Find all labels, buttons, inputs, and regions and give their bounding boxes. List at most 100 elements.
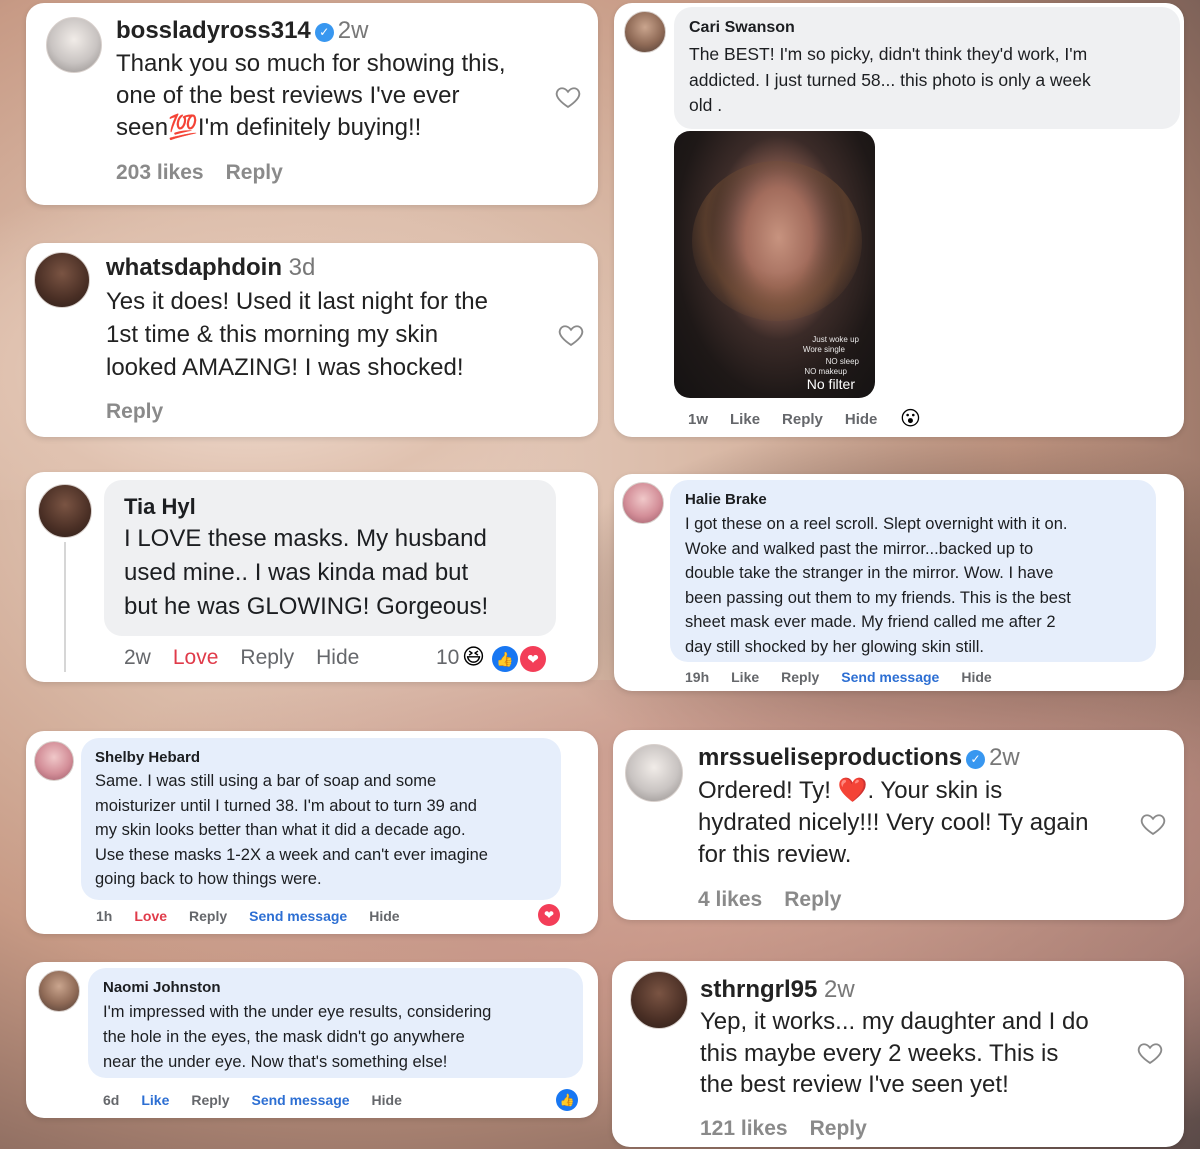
comment-line: Same. I was still using a bar of soap an…: [95, 772, 437, 790]
send-message-button[interactable]: Send message: [251, 1092, 349, 1108]
likes-count[interactable]: 203 likes: [116, 161, 204, 184]
like-button[interactable]: Like: [731, 669, 759, 685]
comment-actions: 19h Like Reply Send message Hide: [685, 669, 1014, 685]
comment-line: day still shocked by her glowing skin st…: [685, 637, 984, 656]
send-message-button[interactable]: Send message: [841, 669, 939, 685]
comment-actions: 1w Like Reply Hide: [688, 411, 899, 428]
comment-line: seen💯I'm definitely buying!!: [116, 114, 422, 141]
avatar[interactable]: [625, 744, 683, 802]
comment-actions: 2w Love Reply Hide: [124, 646, 381, 670]
heart-outline-icon[interactable]: [554, 83, 582, 111]
like-button[interactable]: Like: [141, 1092, 169, 1108]
like-reaction-icon[interactable]: 👍: [556, 1089, 578, 1111]
hide-button[interactable]: Hide: [372, 1092, 402, 1108]
commenter-name[interactable]: Tia Hyl: [124, 494, 196, 520]
heart-outline-icon[interactable]: [1136, 1039, 1164, 1067]
avatar[interactable]: [46, 17, 102, 73]
comment-meta: 121 likes Reply: [700, 1117, 889, 1141]
comment-card-bossladyross314: bossladyross314 ✓ 2w Thank you so much for…: [26, 3, 598, 205]
comment-card-mrssueliseproductions: mrssueliseproductions ✓ 2w Ordered! Ty! ❤️…: [613, 730, 1184, 920]
comment-author-line: mrssueliseproductions ✓ 2w: [698, 744, 1020, 772]
username[interactable]: bossladyross314: [116, 17, 311, 44]
commenter-name[interactable]: Cari Swanson: [689, 19, 795, 37]
reply-button[interactable]: Reply: [191, 1092, 229, 1108]
comment-card-sthrngrl95: sthrngrl95 2w Yep, it works... my daught…: [612, 961, 1184, 1147]
wow-reaction-icon[interactable]: 😮: [900, 406, 921, 431]
love-button[interactable]: Love: [173, 646, 219, 669]
timestamp: 6d: [103, 1092, 120, 1108]
comment-text: Same. I was still using a bar of soap an…: [95, 769, 488, 892]
hide-button[interactable]: Hide: [369, 908, 399, 924]
haha-reaction-icon[interactable]: 😆: [462, 644, 485, 670]
love-reaction-icon[interactable]: ❤: [520, 646, 546, 672]
timestamp: 2w: [824, 976, 855, 1003]
comment-text: I got these on a reel scroll. Slept over…: [685, 512, 1071, 659]
reply-button[interactable]: Reply: [189, 908, 227, 924]
like-button[interactable]: Like: [730, 411, 760, 428]
likes-count[interactable]: 121 likes: [700, 1117, 788, 1140]
comment-card-halie-brake: Halie Brake I got these on a reel scroll…: [614, 474, 1184, 691]
timestamp: 1h: [96, 908, 113, 924]
verified-badge-icon: ✓: [966, 750, 986, 769]
photo-caption-line: NO sleep: [825, 357, 859, 366]
heart-outline-icon[interactable]: [1139, 810, 1167, 838]
likes-count[interactable]: 4 likes: [698, 888, 762, 911]
avatar[interactable]: [622, 482, 664, 524]
comment-line: for this review.: [698, 841, 852, 868]
photo-no-filter-label: No filter: [806, 376, 855, 392]
username[interactable]: sthrngrl95: [700, 976, 817, 1003]
comment-line: I LOVE these masks. My husband: [124, 525, 487, 552]
avatar[interactable]: [34, 741, 74, 781]
comment-text: The BEST! I'm so picky, didn't think the…: [689, 42, 1091, 119]
comment-text: Thank you so much for showing this, one …: [116, 48, 506, 144]
reply-button[interactable]: Reply: [810, 1117, 867, 1140]
heart-outline-icon[interactable]: [557, 321, 585, 349]
photo-caption-line: Wore single: [802, 345, 845, 354]
avatar[interactable]: [38, 970, 80, 1012]
comment-card-shelby-hebard: Shelby Hebard Same. I was still using a …: [26, 731, 598, 934]
comment-text: I LOVE these masks. My husband used mine…: [124, 522, 488, 624]
avatar[interactable]: [34, 252, 90, 308]
avatar[interactable]: [630, 971, 688, 1029]
commenter-name[interactable]: Shelby Hebard: [95, 749, 200, 766]
username[interactable]: whatsdaphdoin: [106, 254, 282, 281]
comment-text: Yes it does! Used it last night for the …: [106, 285, 488, 384]
hide-button[interactable]: Hide: [316, 646, 359, 669]
comment-actions: 1h Love Reply Send message Hide: [96, 908, 422, 924]
love-reaction-icon[interactable]: ❤: [538, 904, 560, 926]
avatar[interactable]: [624, 11, 666, 53]
hide-button[interactable]: Hide: [845, 411, 878, 428]
hide-button[interactable]: Hide: [961, 669, 991, 685]
reply-button[interactable]: Reply: [106, 400, 163, 423]
reaction-count[interactable]: 10: [436, 646, 459, 670]
comment-line: 1st time & this morning my skin: [106, 321, 439, 348]
reply-button[interactable]: Reply: [226, 161, 283, 184]
avatar[interactable]: [38, 484, 92, 538]
comment-line: Thank you so much for showing this,: [116, 50, 506, 77]
commenter-name[interactable]: Halie Brake: [685, 491, 767, 508]
timestamp: 2w: [337, 17, 369, 44]
timestamp: 3d: [288, 254, 316, 281]
comment-line: been passing out them to my friends. Thi…: [685, 588, 1071, 607]
comment-meta: 203 likes Reply: [116, 161, 305, 185]
reply-button[interactable]: Reply: [240, 646, 294, 669]
reply-button[interactable]: Reply: [781, 669, 819, 685]
comment-line: the hole in the eyes, the mask didn't go…: [103, 1028, 465, 1046]
comment-text: Ordered! Ty! ❤️. Your skin is hydrated n…: [698, 775, 1088, 871]
attached-selfie-photo[interactable]: Just woke up Wore single NO sleep NO mak…: [674, 131, 875, 398]
comment-line: the best review I've seen yet!: [700, 1071, 1009, 1098]
comment-line: near the under eye. Now that's something…: [103, 1053, 448, 1071]
comment-line: old .: [689, 95, 723, 115]
comment-line: Use these masks 1-2X a week and can't ev…: [95, 845, 488, 864]
send-message-button[interactable]: Send message: [249, 908, 347, 924]
comment-line: I'm impressed with the under eye results…: [103, 1003, 492, 1021]
commenter-name[interactable]: Naomi Johnston: [103, 979, 221, 996]
comment-line: this maybe every 2 weeks. This is: [700, 1039, 1059, 1067]
reply-button[interactable]: Reply: [784, 888, 841, 911]
like-reaction-icon[interactable]: 👍: [492, 646, 518, 672]
username[interactable]: mrssueliseproductions: [698, 744, 962, 771]
reply-button[interactable]: Reply: [782, 411, 823, 428]
comment-actions: 6d Like Reply Send message Hide: [103, 1092, 424, 1108]
love-button[interactable]: Love: [134, 908, 167, 924]
comment-line: looked AMAZING! I was shocked!: [106, 354, 464, 381]
